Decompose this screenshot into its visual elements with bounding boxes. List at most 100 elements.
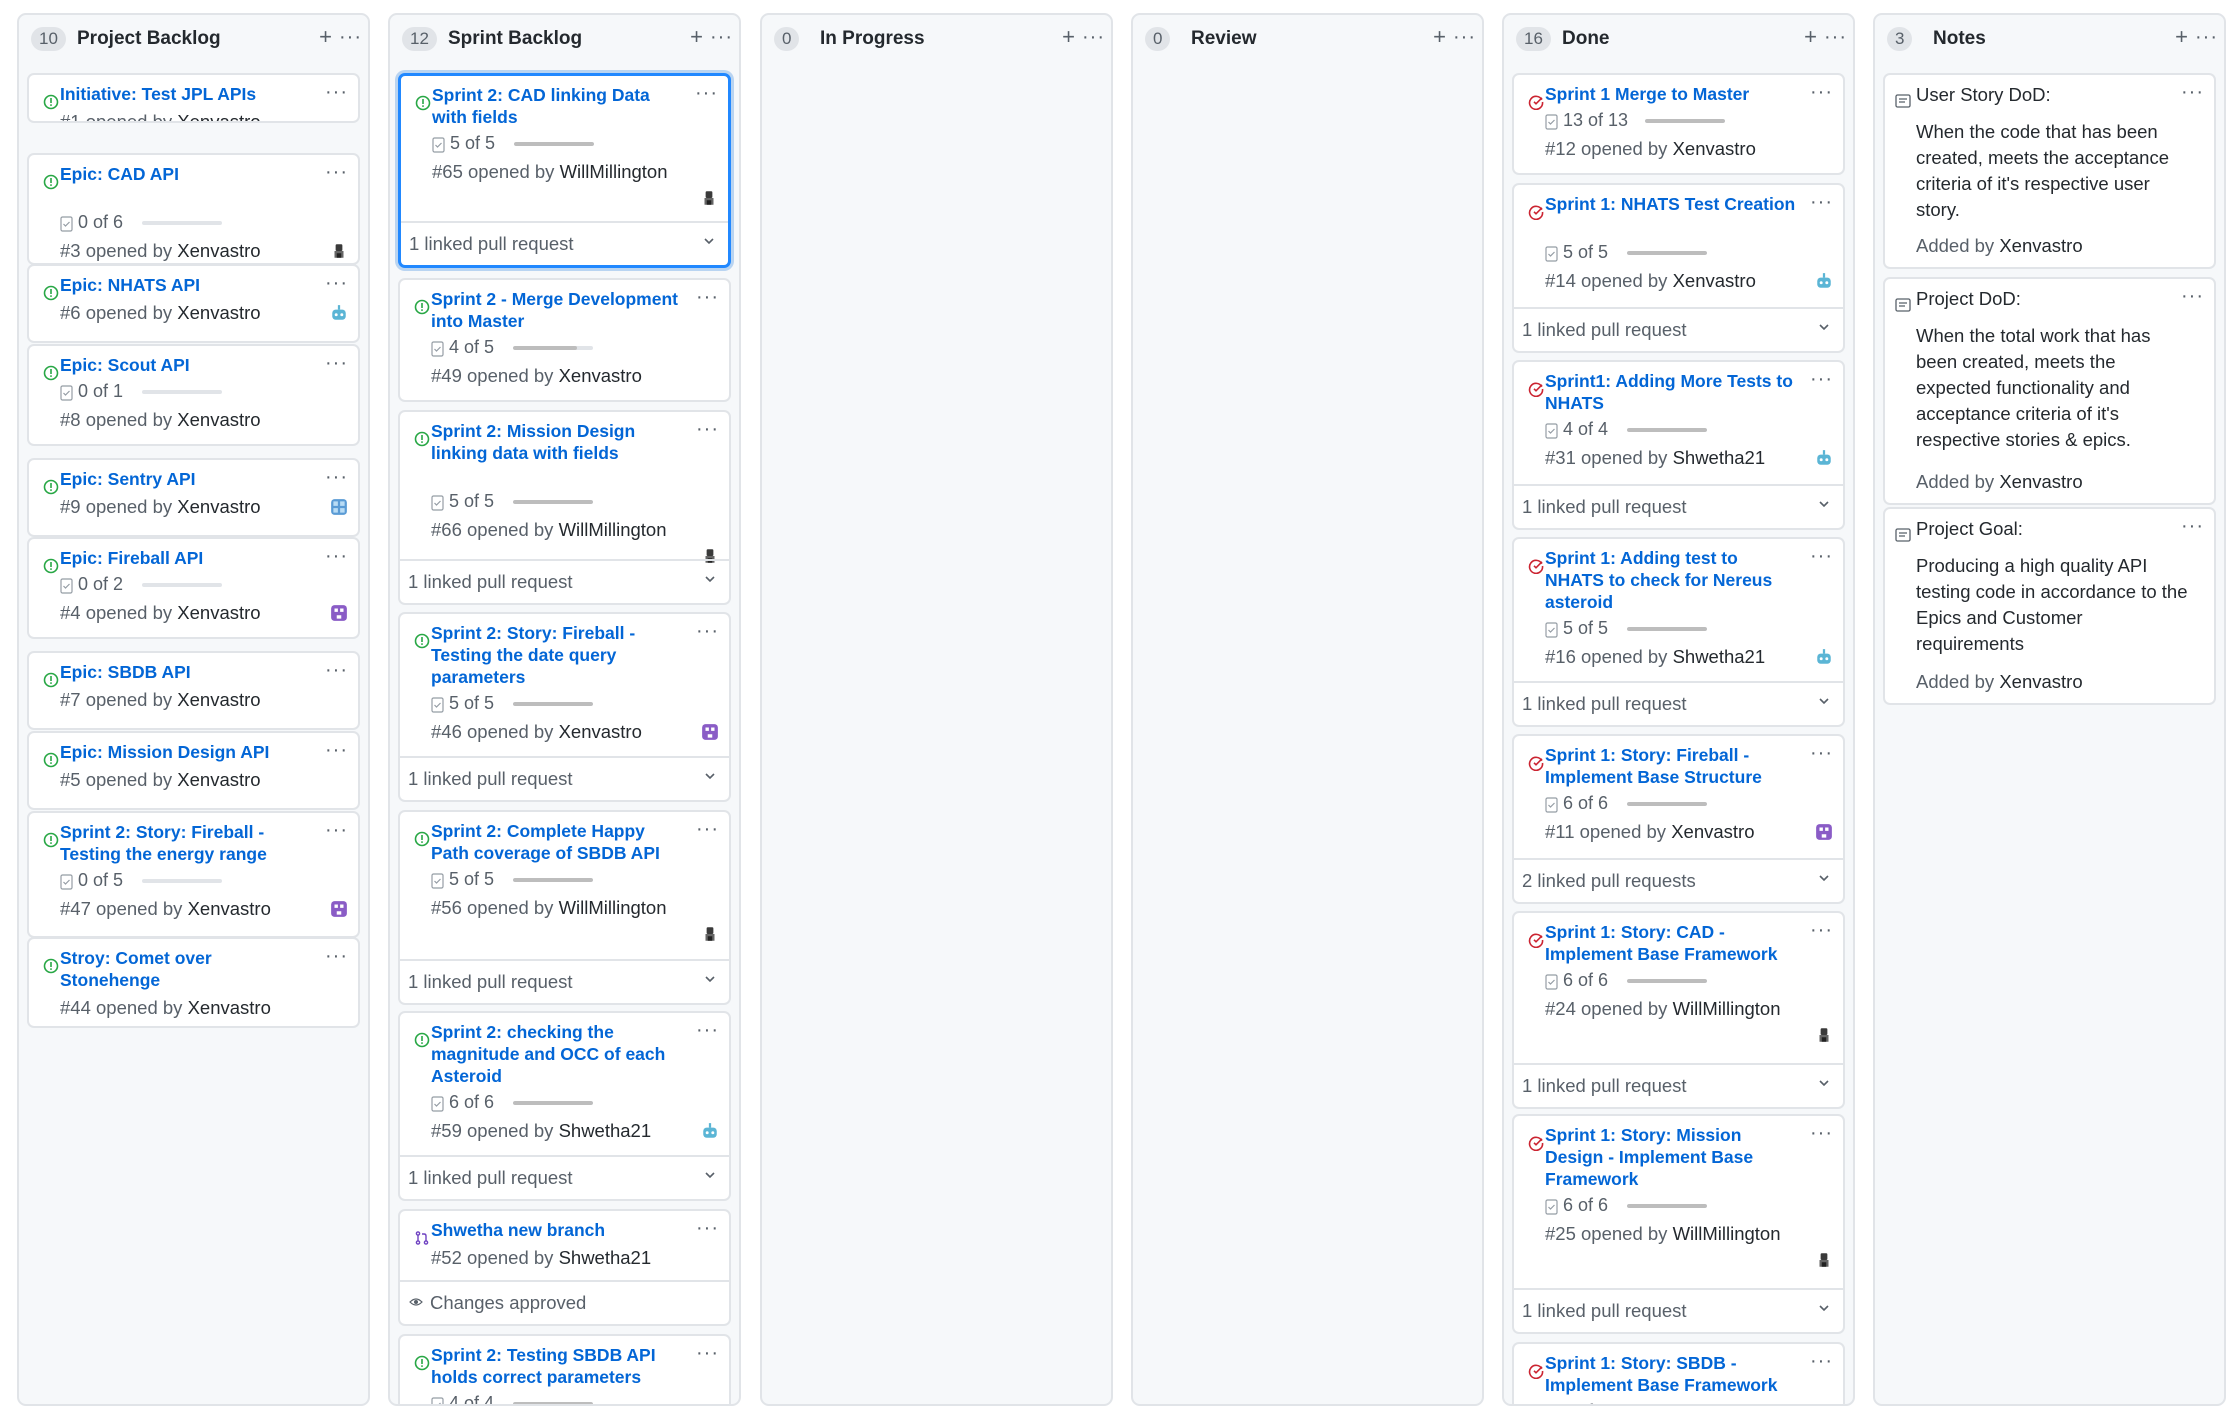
issue-card[interactable]: Sprint 2: Testing SBDB API holds correct… bbox=[398, 1334, 731, 1404]
card-title-link[interactable]: Sprint 1: NHATS Test Creation bbox=[1545, 193, 1800, 215]
card-more-icon[interactable]: ··· bbox=[2181, 285, 2204, 308]
column-more-icon[interactable]: ··· bbox=[2195, 24, 2218, 50]
card-title-link[interactable]: Sprint 1: Story: SBDB - Implement Base F… bbox=[1545, 1352, 1800, 1396]
card-title-link[interactable]: Sprint 1: Story: Fireball - Implement Ba… bbox=[1545, 744, 1800, 788]
column-more-icon[interactable]: ··· bbox=[339, 24, 362, 50]
author-link[interactable]: Xenvastro bbox=[1673, 270, 1756, 291]
author-link[interactable]: Xenvastro bbox=[559, 365, 642, 386]
card-title-link[interactable]: Sprint 2: Story: Fireball - Testing the … bbox=[431, 622, 686, 688]
avatar-robot[interactable] bbox=[1815, 272, 1833, 290]
card-more-icon[interactable]: ··· bbox=[1810, 545, 1833, 568]
author-link[interactable]: WillMillington bbox=[1673, 1223, 1781, 1244]
author-link[interactable]: Xenvastro bbox=[177, 240, 260, 261]
avatar-robot[interactable] bbox=[701, 1122, 719, 1140]
card-title-link[interactable]: Epic: CAD API bbox=[60, 163, 315, 185]
card-title-link[interactable]: Stroy: Comet over Stonehenge bbox=[60, 947, 315, 991]
linked-pull-requests[interactable]: 1 linked pull request bbox=[400, 756, 729, 800]
issue-card[interactable]: Shwetha new branch ··· #52 opened by Shwet… bbox=[398, 1209, 731, 1326]
card-title-link[interactable]: Sprint 1: Adding test to NHATS to check … bbox=[1545, 547, 1800, 613]
chevron-down-icon[interactable] bbox=[1817, 499, 1831, 509]
card-title-link[interactable]: Sprint 2: Mission Design linking data wi… bbox=[431, 420, 686, 464]
chevron-down-icon[interactable] bbox=[1817, 322, 1831, 332]
chevron-down-icon[interactable] bbox=[703, 771, 717, 781]
avatar-dark[interactable] bbox=[1815, 1251, 1833, 1269]
column-more-icon[interactable]: ··· bbox=[1824, 24, 1847, 50]
issue-card[interactable]: Epic: Fireball API ··· 0 of 2 #4 opened by … bbox=[27, 537, 360, 639]
issue-card[interactable]: Sprint 2: Complete Happy Path coverage o… bbox=[398, 810, 731, 1005]
author-link[interactable]: WillMillington bbox=[559, 519, 667, 540]
chevron-down-icon[interactable] bbox=[702, 236, 716, 246]
chevron-down-icon[interactable] bbox=[1817, 1303, 1831, 1313]
issue-card[interactable]: Epic: CAD API ··· 0 of 6 #3 opened by Xenva… bbox=[27, 153, 360, 265]
card-title-link[interactable]: Epic: Sentry API bbox=[60, 468, 315, 490]
issue-card[interactable]: Sprint 1 Merge to Master ··· 13 of 13 #12 o… bbox=[1512, 73, 1845, 175]
author-link[interactable]: Shwetha21 bbox=[559, 1120, 652, 1141]
chevron-down-icon[interactable] bbox=[703, 1170, 717, 1180]
avatar-dark[interactable] bbox=[1815, 1026, 1833, 1044]
review-status[interactable]: Changes approved bbox=[400, 1280, 729, 1324]
card-more-icon[interactable]: ··· bbox=[325, 545, 348, 568]
author-link[interactable]: Xenvastro bbox=[177, 689, 260, 710]
avatar-purple[interactable] bbox=[330, 604, 348, 622]
issue-card[interactable]: Sprint 1: NHATS Test Creation ··· 5 of 5 #1… bbox=[1512, 183, 1845, 353]
issue-card[interactable]: Sprint 2: checking the magnitude and OCC… bbox=[398, 1011, 731, 1201]
author-link[interactable]: Xenvastro bbox=[177, 602, 260, 623]
issue-card[interactable]: Sprint 2: Story: Fireball - Testing the … bbox=[398, 612, 731, 802]
linked-pull-requests[interactable]: 1 linked pull request bbox=[1514, 1063, 1843, 1107]
card-more-icon[interactable]: ··· bbox=[696, 418, 719, 441]
card-more-icon[interactable]: ··· bbox=[325, 739, 348, 762]
linked-pull-requests[interactable]: 1 linked pull request bbox=[1514, 1288, 1843, 1332]
issue-card[interactable]: Sprint 2: Story: Fireball - Testing the … bbox=[27, 811, 360, 938]
card-title-link[interactable]: Sprint 1 Merge to Master bbox=[1545, 83, 1800, 105]
issue-card[interactable]: Epic: NHATS API ··· #6 opened by Xenvastro bbox=[27, 264, 360, 343]
card-more-icon[interactable]: ··· bbox=[325, 81, 348, 104]
author-link[interactable]: Xenvastro bbox=[1999, 671, 2082, 692]
author-link[interactable]: Xenvastro bbox=[1999, 235, 2082, 256]
card-title-link[interactable]: Epic: SBDB API bbox=[60, 661, 315, 683]
card-more-icon[interactable]: ··· bbox=[696, 1217, 719, 1240]
author-link[interactable]: Xenvastro bbox=[177, 769, 260, 790]
linked-pull-requests[interactable]: 1 linked pull request bbox=[401, 221, 728, 265]
card-more-icon[interactable]: ··· bbox=[1810, 919, 1833, 942]
linked-pull-requests[interactable]: 2 linked pull requests bbox=[1514, 858, 1843, 902]
issue-card[interactable]: Sprint 1: Story: CAD - Implement Base Fr… bbox=[1512, 911, 1845, 1109]
note-card[interactable]: User Story DoD: ··· When the code that has… bbox=[1883, 73, 2216, 269]
avatar-purple[interactable] bbox=[330, 900, 348, 918]
add-card-icon[interactable]: + bbox=[319, 24, 332, 50]
add-card-icon[interactable]: + bbox=[2175, 24, 2188, 50]
card-more-icon[interactable]: ··· bbox=[2181, 515, 2204, 538]
card-more-icon[interactable]: ··· bbox=[696, 1342, 719, 1365]
linked-pull-requests[interactable]: 1 linked pull request bbox=[1514, 307, 1843, 351]
card-more-icon[interactable]: ··· bbox=[1810, 1122, 1833, 1145]
issue-card[interactable]: Sprint 2: Mission Design linking data wi… bbox=[398, 410, 731, 605]
linked-pull-requests[interactable]: 1 linked pull request bbox=[400, 559, 729, 603]
card-more-icon[interactable]: ··· bbox=[1810, 191, 1833, 214]
author-link[interactable]: WillMillington bbox=[1673, 998, 1781, 1019]
issue-card[interactable]: Sprint 1: Adding test to NHATS to check … bbox=[1512, 537, 1845, 727]
card-title-link[interactable]: Initiative: Test JPL APIs bbox=[60, 83, 315, 105]
issue-card[interactable]: Sprint 1: Story: Fireball - Implement Ba… bbox=[1512, 734, 1845, 904]
author-link[interactable]: Shwetha21 bbox=[1673, 447, 1766, 468]
author-link[interactable]: Xenvastro bbox=[177, 409, 260, 430]
card-title-link[interactable]: Epic: Scout API bbox=[60, 354, 315, 376]
chevron-down-icon[interactable] bbox=[1817, 873, 1831, 883]
card-more-icon[interactable]: ··· bbox=[325, 819, 348, 842]
card-title-link[interactable]: Sprint 1: Story: CAD - Implement Base Fr… bbox=[1545, 921, 1800, 965]
card-more-icon[interactable]: ··· bbox=[325, 466, 348, 489]
avatar-dark[interactable] bbox=[700, 189, 718, 207]
card-more-icon[interactable]: ··· bbox=[2181, 81, 2204, 104]
author-link[interactable]: Xenvastro bbox=[1673, 138, 1756, 159]
linked-pull-requests[interactable]: 1 linked pull request bbox=[1514, 681, 1843, 725]
author-link[interactable]: Xenvastro bbox=[559, 721, 642, 742]
column-more-icon[interactable]: ··· bbox=[1082, 24, 1105, 50]
card-title-link[interactable]: Sprint 2: Story: Fireball - Testing the … bbox=[60, 821, 315, 865]
issue-card[interactable]: Sprint1: Adding More Tests to NHATS ··· 4 … bbox=[1512, 360, 1845, 530]
linked-pull-requests[interactable]: 1 linked pull request bbox=[1514, 484, 1843, 528]
issue-card[interactable]: Epic: SBDB API ··· #7 opened by Xenvastro bbox=[27, 651, 360, 730]
chevron-down-icon[interactable] bbox=[703, 574, 717, 584]
author-link[interactable]: Xenvastro bbox=[188, 997, 271, 1018]
card-title-link[interactable]: Shwetha new branch bbox=[431, 1219, 686, 1241]
author-link[interactable]: Xenvastro bbox=[177, 111, 260, 121]
issue-card[interactable]: Epic: Scout API ··· 0 of 1 #8 opened by Xen… bbox=[27, 344, 360, 446]
linked-pull-requests[interactable]: 1 linked pull request bbox=[400, 1155, 729, 1199]
